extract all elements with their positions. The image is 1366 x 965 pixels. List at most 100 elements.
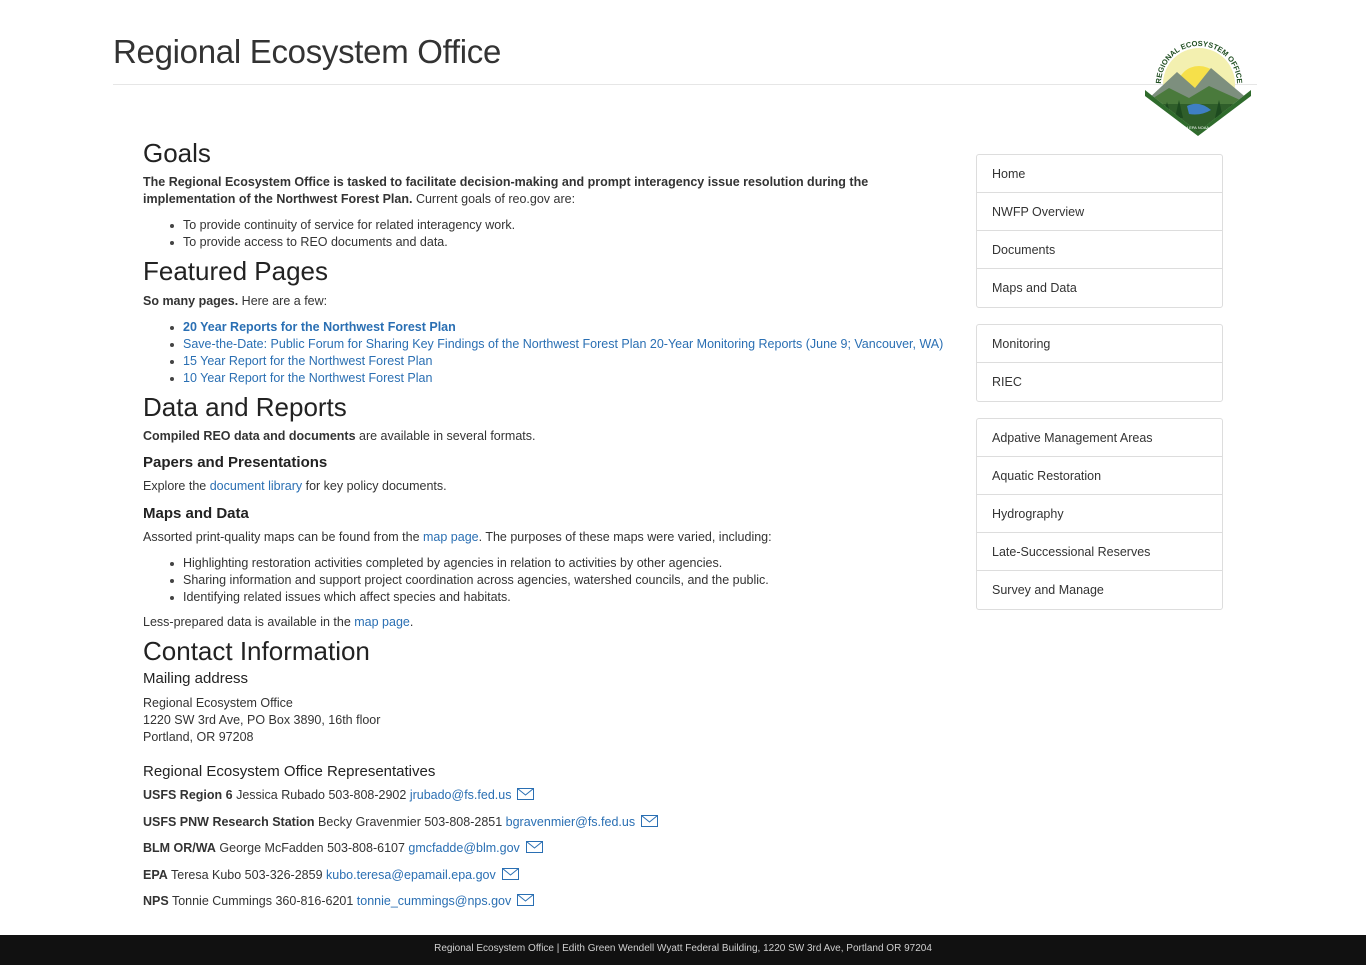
list-item: To provide continuity of service for rel…: [170, 217, 953, 234]
mail-icon[interactable]: [525, 841, 543, 853]
maps-purpose-list: Highlighting restoration activities comp…: [143, 555, 953, 606]
list-item: Sharing information and support project …: [170, 572, 953, 589]
list-item: 10 Year Report for the Northwest Forest …: [170, 370, 953, 387]
rep-email-link[interactable]: tonnie_cummings@nps.gov: [357, 894, 511, 908]
nav-group-topics: Adpative Management Areas Aquatic Restor…: [976, 418, 1223, 610]
data-reports-intro: Compiled REO data and documents are avai…: [143, 428, 953, 445]
papers-text: Explore the document library for key pol…: [143, 478, 953, 495]
mailing-address-heading: Mailing address: [143, 670, 249, 687]
sidebar-item-monitoring[interactable]: Monitoring: [977, 325, 1222, 363]
list-item: Highlighting restoration activities comp…: [170, 555, 953, 572]
featured-intro-rest: Here are a few:: [238, 294, 328, 308]
rep-agency: EPA: [143, 867, 168, 882]
rep-agency: NPS: [143, 894, 169, 908]
mail-icon[interactable]: [517, 894, 535, 906]
goals-intro-rest: Current goals of reo.gov are:: [412, 192, 576, 206]
featured-heading: Featured Pages: [143, 256, 329, 286]
list-item: To provide access to REO documents and d…: [170, 234, 953, 251]
less-prepared-text: Less-prepared data is available in the m…: [143, 614, 953, 631]
rep-email-link[interactable]: jrubado@fs.fed.us: [410, 788, 512, 802]
sidebar-nav: Home NWFP Overview Documents Maps and Da…: [976, 154, 1223, 626]
address-line: Regional Ecosystem Office: [143, 696, 293, 710]
sidebar-item-riec[interactable]: RIEC: [977, 363, 1222, 401]
featured-link-15-year[interactable]: 15 Year Report for the Northwest Forest …: [183, 354, 432, 368]
featured-intro-bold: So many pages.: [143, 294, 239, 308]
representative-row: EPA Teresa Kubo 503-326-2859 kubo.teresa…: [143, 867, 953, 894]
map-page-link-2[interactable]: map page: [354, 615, 410, 629]
maps-text-pre: Assorted print-quality maps can be found…: [143, 530, 424, 544]
goals-intro: The Regional Ecosystem Office is tasked …: [143, 174, 953, 208]
rep-agency: USFS PNW Research Station: [143, 814, 315, 829]
map-page-link[interactable]: map page: [423, 530, 479, 544]
goals-heading: Goals: [143, 138, 211, 168]
logo-banner-text: USDA BLM EPA NOAA FWS NPS: [1168, 125, 1229, 130]
data-reports-heading: Data and Reports: [143, 392, 347, 422]
featured-link-10-year[interactable]: 10 Year Report for the Northwest Forest …: [183, 371, 432, 385]
sidebar-item-aquatic-restoration[interactable]: Aquatic Restoration: [977, 457, 1222, 495]
sidebar-item-adaptive-management-areas[interactable]: Adpative Management Areas: [977, 419, 1222, 457]
list-item: Identifying related issues which affect …: [170, 589, 953, 606]
representative-row: USFS Region 6 Jessica Rubado 503-808-290…: [143, 787, 953, 814]
rep-name-phone: Jessica Rubado 503-808-2902: [232, 788, 410, 802]
rep-email-link[interactable]: gmcfadde@blm.gov: [408, 841, 519, 855]
rep-name-phone: Tonnie Cummings 360-816-6201: [168, 894, 357, 908]
sidebar-item-nwfp-overview[interactable]: NWFP Overview: [977, 193, 1222, 231]
rep-email-link[interactable]: bgravenmier@fs.fed.us: [506, 815, 635, 829]
address-line: Portland, OR 97208: [143, 730, 254, 744]
featured-link-20-year[interactable]: 20 Year Reports for the Northwest Forest…: [183, 320, 456, 334]
goals-list: To provide continuity of service for rel…: [143, 217, 953, 251]
representative-row: USFS PNW Research Station Becky Gravenmi…: [143, 814, 953, 841]
site-title[interactable]: Regional Ecosystem Office: [113, 32, 501, 72]
maps-text: Assorted print-quality maps can be found…: [143, 529, 953, 546]
rep-name-phone: Becky Gravenmier 503-808-2851: [314, 814, 506, 829]
nav-group-monitoring: Monitoring RIEC: [976, 324, 1223, 402]
mail-icon[interactable]: [517, 788, 535, 800]
sidebar-item-hydrography[interactable]: Hydrography: [977, 495, 1222, 533]
contact-heading: Contact Information: [143, 636, 370, 666]
featured-links-list: 20 Year Reports for the Northwest Forest…: [143, 319, 953, 387]
site-header: Regional Ecosystem Office USDA BLM EPA N…: [113, 0, 1257, 136]
representatives-list: USFS Region 6 Jessica Rubado 503-808-290…: [143, 787, 953, 920]
sidebar-item-home[interactable]: Home: [977, 155, 1222, 193]
list-item: 20 Year Reports for the Northwest Forest…: [170, 319, 953, 336]
featured-link-save-the-date[interactable]: Save-the-Date: Public Forum for Sharing …: [183, 337, 943, 351]
mail-icon[interactable]: [501, 867, 519, 880]
data-reports-section: Data and Reports Compiled REO data and d…: [143, 392, 953, 631]
site-footer: Regional Ecosystem Office | Edith Green …: [0, 935, 1366, 965]
document-library-link[interactable]: document library: [210, 479, 302, 493]
less-prepared-pre: Less-prepared data is available in the: [143, 615, 355, 629]
featured-intro: So many pages. Here are a few:: [143, 293, 953, 310]
representative-row: BLM OR/WA George McFadden 503-808-6107 g…: [143, 840, 953, 867]
maps-heading: Maps and Data: [143, 505, 249, 522]
contact-section: Contact Information Mailing address Regi…: [143, 636, 953, 920]
featured-section: Featured Pages So many pages. Here are a…: [143, 256, 953, 387]
rep-name-phone: George McFadden 503-808-6107: [215, 841, 409, 855]
mailing-address: Regional Ecosystem Office 1220 SW 3rd Av…: [143, 695, 953, 746]
papers-text-post: for key policy documents.: [302, 479, 447, 493]
data-reports-intro-rest: are available in several formats.: [355, 429, 536, 443]
reo-logo[interactable]: USDA BLM EPA NOAA FWS NPS REGIONAL ECOSY…: [1139, 28, 1257, 136]
mail-icon[interactable]: [641, 814, 659, 827]
papers-heading: Papers and Presentations: [143, 454, 328, 471]
address-line: 1220 SW 3rd Ave, PO Box 3890, 16th floor: [143, 713, 381, 727]
papers-text-pre: Explore the: [143, 479, 210, 493]
goals-section: Goals The Regional Ecosystem Office is t…: [143, 138, 953, 251]
sidebar-item-survey-and-manage[interactable]: Survey and Manage: [977, 571, 1222, 609]
data-reports-intro-bold: Compiled REO data and documents: [143, 429, 356, 443]
nav-group-main: Home NWFP Overview Documents Maps and Da…: [976, 154, 1223, 308]
footer-text: Regional Ecosystem Office | Edith Green …: [434, 943, 932, 954]
list-item: 15 Year Report for the Northwest Forest …: [170, 353, 953, 370]
main-content: Goals The Regional Ecosystem Office is t…: [143, 138, 953, 920]
rep-name-phone: Teresa Kubo 503-326-2859: [167, 867, 327, 882]
representatives-heading: Regional Ecosystem Office Representative…: [143, 763, 436, 780]
rep-email-link[interactable]: kubo.teresa@epamail.epa.gov: [326, 868, 496, 882]
less-prepared-post: .: [409, 615, 414, 629]
representative-row: NPS Tonnie Cummings 360-816-6201 tonnie_…: [143, 893, 953, 920]
list-item: Save-the-Date: Public Forum for Sharing …: [170, 336, 953, 353]
sidebar-item-late-successional-reserves[interactable]: Late-Successional Reserves: [977, 533, 1222, 571]
rep-agency: BLM OR/WA: [143, 841, 216, 855]
sidebar-item-maps-and-data[interactable]: Maps and Data: [977, 269, 1222, 307]
maps-text-post: . The purposes of these maps were varied…: [478, 530, 772, 544]
rep-agency: USFS Region 6: [143, 788, 233, 802]
sidebar-item-documents[interactable]: Documents: [977, 231, 1222, 269]
